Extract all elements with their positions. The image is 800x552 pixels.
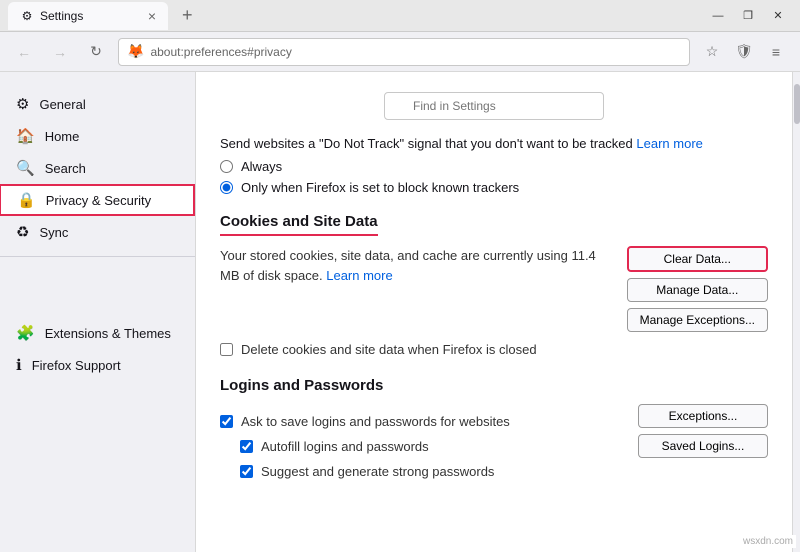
autofill-checkbox[interactable] <box>240 440 253 453</box>
sidebar-item-label: General <box>39 97 85 112</box>
browser-tab[interactable]: ⚙ Settings × <box>8 2 168 30</box>
clear-data-button[interactable]: Clear Data... <box>627 246 768 272</box>
cookies-desc-text: Your stored cookies, site data, and cach… <box>220 248 596 283</box>
dnt-label-text: Send websites a "Do Not Track" signal th… <box>220 136 633 151</box>
sidebar-item-support[interactable]: ℹ Firefox Support <box>0 349 195 381</box>
sidebar-item-label: Search <box>45 161 86 176</box>
tab-title: Settings <box>40 9 83 23</box>
dnt-trackers-option[interactable]: Only when Firefox is set to block known … <box>220 180 768 195</box>
content-area: 🔍 Send websites a "Do Not Track" signal … <box>196 72 792 552</box>
forward-button[interactable]: → <box>46 38 74 66</box>
cookies-learn-more-link[interactable]: Learn more <box>326 268 392 283</box>
logins-buttons: Exceptions... Saved Logins... <box>638 404 768 458</box>
sidebar-item-extensions[interactable]: 🧩 Extensions & Themes <box>0 317 195 349</box>
main-layout: ⚙ General 🏠 Home 🔍 Search 🔒 Privacy & Se… <box>0 72 800 552</box>
delete-cookies-row[interactable]: Delete cookies and site data when Firefo… <box>220 342 768 357</box>
dnt-learn-more-link[interactable]: Learn more <box>636 136 702 151</box>
save-logins-checkbox[interactable] <box>220 415 233 428</box>
logins-row: Ask to save logins and passwords for web… <box>220 404 768 489</box>
menu-icon[interactable]: ≡ <box>762 38 790 66</box>
save-logins-row[interactable]: Ask to save logins and passwords for web… <box>220 414 638 429</box>
lock-icon: 🔒 <box>17 191 36 209</box>
dnt-label: Send websites a "Do Not Track" signal th… <box>220 136 768 151</box>
firefox-icon: 🦊 <box>127 43 144 60</box>
sidebar-item-search[interactable]: 🔍 Search <box>0 152 195 184</box>
reload-button[interactable]: ↻ <box>82 38 110 66</box>
address-bar[interactable]: 🦊 about:preferences#privacy <box>118 38 690 66</box>
dnt-trackers-radio[interactable] <box>220 181 233 194</box>
cookies-desc: Your stored cookies, site data, and cach… <box>220 246 615 285</box>
suggest-strong-label: Suggest and generate strong passwords <box>261 464 494 479</box>
home-icon: 🏠 <box>16 127 35 145</box>
dnt-trackers-label: Only when Firefox is set to block known … <box>241 180 519 195</box>
sidebar-item-home[interactable]: 🏠 Home <box>0 120 195 152</box>
suggest-strong-row[interactable]: Suggest and generate strong passwords <box>240 464 638 479</box>
watermark: wsxdn.com <box>740 535 796 548</box>
logins-title: Logins and Passwords <box>220 377 768 394</box>
titlebar: ⚙ Settings × + — ❐ ✕ <box>0 0 800 32</box>
sidebar: ⚙ General 🏠 Home 🔍 Search 🔒 Privacy & Se… <box>0 72 196 552</box>
bookmark-icon[interactable]: ☆ <box>698 38 726 66</box>
sync-icon: ♻ <box>16 223 29 241</box>
cookies-buttons: Clear Data... Manage Data... Manage Exce… <box>627 246 768 332</box>
logins-section: Logins and Passwords Ask to save logins … <box>220 377 768 489</box>
sidebar-item-privacy[interactable]: 🔒 Privacy & Security <box>0 184 195 216</box>
delete-cookies-checkbox[interactable] <box>220 343 233 356</box>
autofill-row[interactable]: Autofill logins and passwords <box>240 439 638 454</box>
exceptions-button[interactable]: Exceptions... <box>638 404 768 428</box>
autofill-label: Autofill logins and passwords <box>261 439 429 454</box>
sidebar-item-label: Sync <box>39 225 68 240</box>
shield-icon[interactable]: 🛡 <box>730 38 758 66</box>
sidebar-item-label: Home <box>45 129 80 144</box>
sidebar-item-sync[interactable]: ♻ Sync <box>0 216 195 248</box>
new-tab-button[interactable]: + <box>176 5 199 26</box>
dnt-always-label: Always <box>241 159 282 174</box>
sidebar-item-label: Privacy & Security <box>46 193 151 208</box>
scrollbar-thumb[interactable] <box>794 84 800 124</box>
manage-exceptions-button[interactable]: Manage Exceptions... <box>627 308 768 332</box>
minimize-button[interactable]: — <box>704 2 732 30</box>
extensions-icon: 🧩 <box>16 324 35 342</box>
back-button[interactable]: ← <box>10 38 38 66</box>
logins-options: Ask to save logins and passwords for web… <box>220 404 638 489</box>
find-settings-input[interactable] <box>384 92 604 120</box>
tab-favicon-icon: ⚙ <box>20 9 34 23</box>
manage-data-button[interactable]: Manage Data... <box>627 278 768 302</box>
dnt-section: Send websites a "Do Not Track" signal th… <box>220 136 768 195</box>
sidebar-item-label: Firefox Support <box>32 358 121 373</box>
cookies-row: Your stored cookies, site data, and cach… <box>220 246 768 332</box>
sidebar-item-label: Extensions & Themes <box>45 326 171 341</box>
general-icon: ⚙ <box>16 95 29 113</box>
cookies-section: Cookies and Site Data Your stored cookie… <box>220 213 768 357</box>
address-text: about:preferences#privacy <box>150 45 291 59</box>
navbar: ← → ↻ 🦊 about:preferences#privacy ☆ 🛡 ≡ <box>0 32 800 72</box>
delete-cookies-label: Delete cookies and site data when Firefo… <box>241 342 537 357</box>
save-logins-label: Ask to save logins and passwords for web… <box>241 414 510 429</box>
suggest-strong-checkbox[interactable] <box>240 465 253 478</box>
sidebar-divider <box>0 256 195 257</box>
search-nav-icon: 🔍 <box>16 159 35 177</box>
dnt-always-radio[interactable] <box>220 160 233 173</box>
window-controls: — ❐ ✕ <box>704 2 792 30</box>
scrollbar[interactable] <box>792 72 800 552</box>
tab-close-button[interactable]: × <box>148 8 156 24</box>
find-bar: 🔍 <box>220 92 768 120</box>
cookies-section-title: Cookies and Site Data <box>220 213 378 236</box>
saved-logins-button[interactable]: Saved Logins... <box>638 434 768 458</box>
info-icon: ℹ <box>16 356 22 374</box>
close-button[interactable]: ✕ <box>764 2 792 30</box>
cookies-text: Your stored cookies, site data, and cach… <box>220 246 615 295</box>
dnt-always-option[interactable]: Always <box>220 159 768 174</box>
sidebar-item-general[interactable]: ⚙ General <box>0 88 195 120</box>
maximize-button[interactable]: ❐ <box>734 2 762 30</box>
toolbar-right: ☆ 🛡 ≡ <box>698 38 790 66</box>
find-input-wrap: 🔍 <box>384 92 604 120</box>
